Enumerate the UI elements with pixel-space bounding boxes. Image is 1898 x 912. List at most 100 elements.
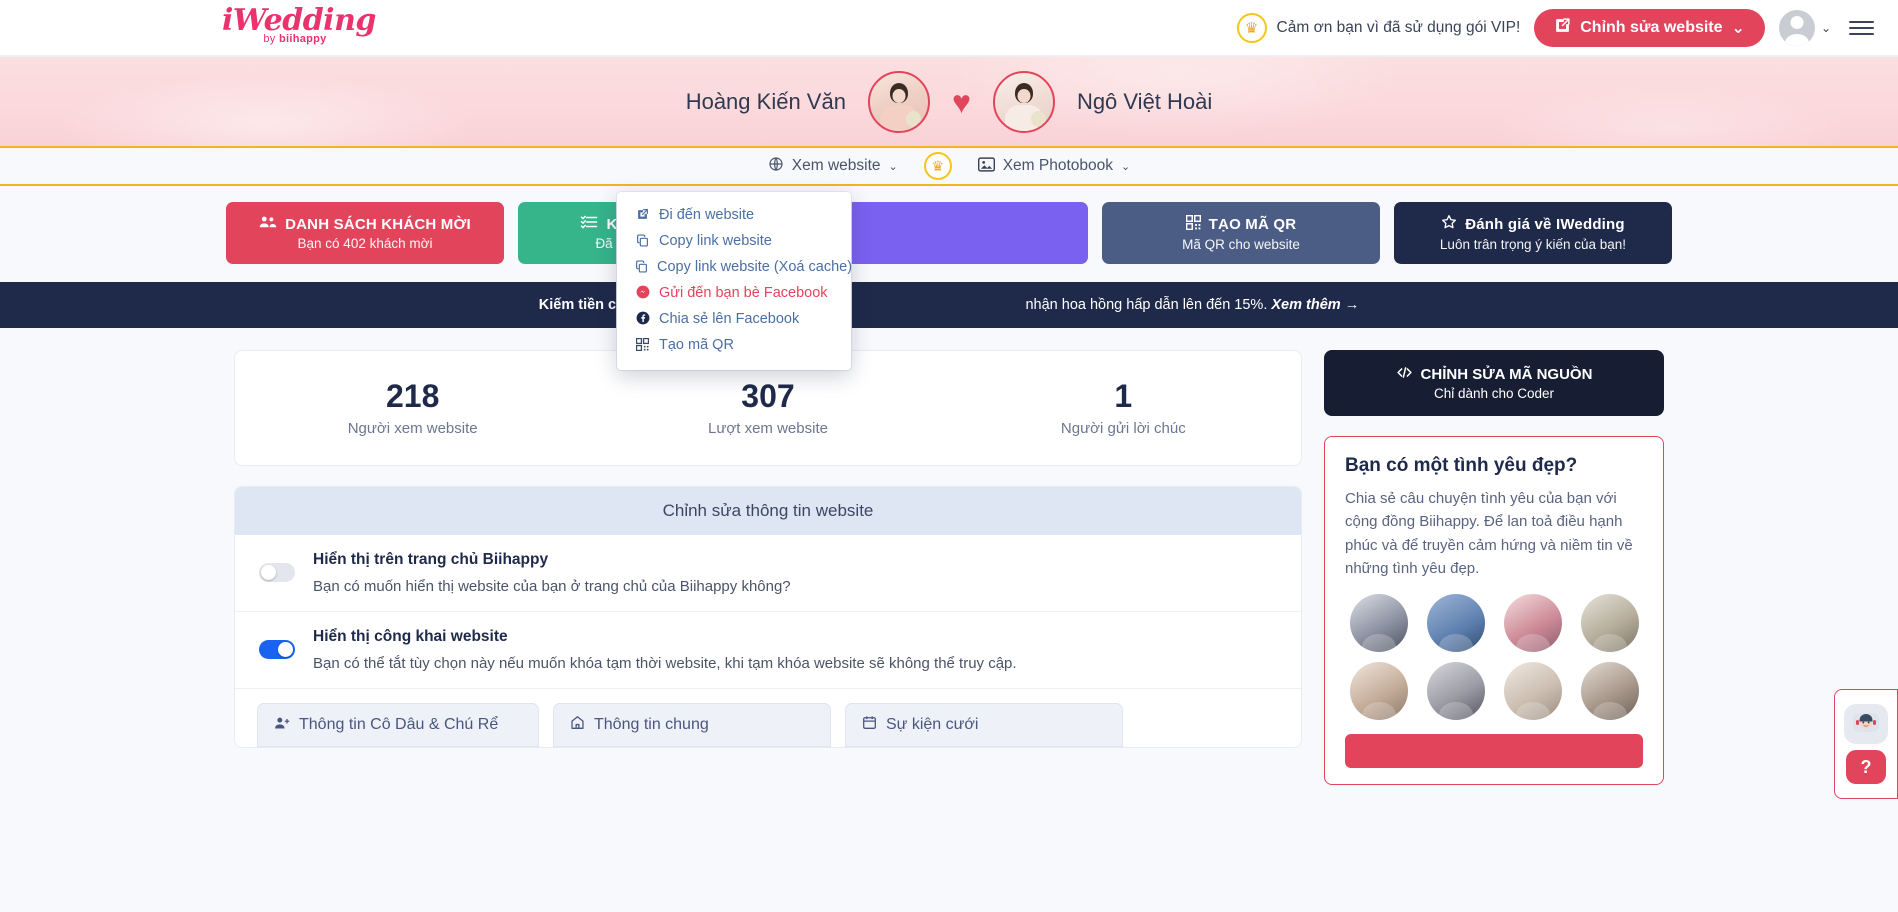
- support-chat-widget[interactable]: ?: [1834, 689, 1898, 799]
- copy-icon: [635, 259, 648, 275]
- home-icon: [570, 715, 585, 735]
- qr-code-icon: [1185, 214, 1201, 234]
- view-photobook-button[interactable]: Xem Photobook ⌄: [977, 156, 1130, 176]
- edit-source-code-card[interactable]: CHỈNH SỬA MÃ NGUỒN Chỉ dành cho Coder: [1324, 350, 1664, 416]
- code-icon: [1396, 366, 1413, 383]
- dropdown-item-go-to-website[interactable]: Đi đến website: [617, 202, 851, 228]
- create-qr-sub: Mã QR cho website: [1182, 236, 1300, 252]
- rate-iwedding-sub: Luôn trân trọng ý kiến của bạn!: [1439, 237, 1627, 252]
- create-qr-card[interactable]: TẠO MÃ QR Mã QR cho website: [1102, 202, 1380, 264]
- story-thumbnail[interactable]: [1580, 594, 1639, 652]
- dropdown-item-label: Copy link website (Xoá cache): [657, 259, 853, 275]
- tab-wedding-events[interactable]: Sự kiện cưới: [845, 703, 1123, 747]
- share-story-button[interactable]: [1345, 734, 1643, 768]
- show-on-homepage-toggle[interactable]: [259, 563, 295, 582]
- messenger-icon: [635, 285, 650, 301]
- guest-list-card[interactable]: DANH SÁCH KHÁCH MỜI Bạn có 402 khách mời: [226, 202, 504, 264]
- hamburger-icon[interactable]: [1845, 17, 1878, 39]
- setting-row: Hiển thị trên trang chủ Biihappy Bạn có …: [235, 535, 1301, 612]
- side-column: CHỈNH SỬA MÃ NGUỒN Chỉ dành cho Coder Bạ…: [1324, 350, 1664, 785]
- action-card-row: DANH SÁCH KHÁCH MỜI Bạn có 402 khách mời…: [0, 186, 1898, 282]
- dropdown-item-send-to-facebook-friends[interactable]: Gửi đến bạn bè Facebook: [617, 280, 851, 306]
- story-thumbnail[interactable]: [1503, 594, 1562, 652]
- edit-website-label: Chỉnh sửa website: [1580, 19, 1723, 36]
- dropdown-item-label: Chia sẻ lên Facebook: [659, 311, 800, 327]
- panel-title: Chỉnh sửa thông tin website: [235, 487, 1301, 535]
- promo-link[interactable]: Xem thêm →: [1271, 297, 1359, 313]
- love-story-title: Bạn có một tình yêu đẹp?: [1345, 455, 1578, 476]
- bride-name: Ngô Việt Hoài: [1076, 88, 1213, 114]
- story-thumbnail[interactable]: [1580, 662, 1639, 720]
- stat-label: Người gửi lời chúc: [1060, 419, 1186, 437]
- promo-banner[interactable]: Kiếm tiền cùng Biihappy! Giới thiệu nhận…: [0, 282, 1898, 328]
- dropdown-item-share-to-facebook[interactable]: Chia sẻ lên Facebook: [617, 306, 851, 332]
- dropdown-item-copy-link[interactable]: Copy link website: [617, 228, 851, 254]
- image-icon: [977, 156, 995, 176]
- tab-label: Thông tin Cô Dâu & Chú Rể: [299, 716, 499, 733]
- guest-list-sub: Bạn có 402 khách mời: [297, 236, 433, 251]
- dropdown-item-label: Gửi đến bạn bè Facebook: [659, 285, 828, 301]
- help-button[interactable]: ?: [1846, 750, 1886, 784]
- stat-views: 307 Lượt xem website: [590, 378, 945, 437]
- users-icon: [259, 215, 277, 233]
- groom-avatar: [867, 70, 930, 133]
- brand-by-prefix: by: [263, 33, 279, 45]
- story-thumbnail[interactable]: [1349, 662, 1408, 720]
- story-thumbnail[interactable]: [1426, 662, 1485, 720]
- top-header: iWedding by biihappy ♛ Cảm ơn bạn vì đã …: [0, 0, 1898, 56]
- vip-notice: ♛ Cảm ơn bạn vì đã sử dụng gói VIP!: [1236, 13, 1520, 43]
- stat-viewers: 218 Người xem website: [235, 378, 590, 437]
- calendar-icon: [862, 715, 877, 735]
- dropdown-item-label: Tạo mã QR: [659, 337, 734, 353]
- bride-avatar: [992, 70, 1055, 133]
- tab-general-info[interactable]: Thông tin chung: [553, 703, 831, 747]
- dropdown-item-create-qr[interactable]: Tạo mã QR: [617, 332, 851, 358]
- view-toolbar: Xem website ⌄ ♛ Xem Photobook ⌄: [0, 146, 1898, 186]
- view-website-label: Xem website: [791, 157, 881, 174]
- love-story-card: Bạn có một tình yêu đẹp? Chia sẻ câu chu…: [1324, 436, 1664, 785]
- tab-label: Thông tin chung: [594, 716, 709, 733]
- create-qr-label: TẠO MÃ QR: [1208, 215, 1297, 233]
- couple-banner-content: Hoàng Kiến Văn ♥ Ngô Việt Hoài: [0, 57, 1898, 146]
- chevron-down-icon: ⌄: [1731, 20, 1745, 37]
- edit-website-button[interactable]: Chỉnh sửa website ⌄: [1534, 9, 1765, 47]
- story-thumbnail[interactable]: [1426, 594, 1485, 652]
- stat-label: Lượt xem website: [708, 419, 828, 437]
- edit-source-code-sub: Chỉ dành cho Coder: [1433, 385, 1555, 401]
- tab-bride-groom-info[interactable]: Thông tin Cô Dâu & Chú Rể: [257, 703, 539, 747]
- promo-text-2: nhận hoa hồng hấp dẫn lên đến 15%.: [1025, 297, 1268, 313]
- story-thumbnail[interactable]: [1349, 594, 1408, 652]
- account-menu[interactable]: ⌄: [1778, 10, 1831, 46]
- support-agent-icon[interactable]: [1844, 704, 1888, 744]
- rate-iwedding-title: Đánh giá về IWedding: [1441, 214, 1625, 234]
- star-icon: [1441, 214, 1457, 234]
- setting-row: Hiển thị công khai website Bạn có thể tắ…: [235, 612, 1301, 689]
- chevron-down-icon: ⌄: [1820, 21, 1831, 35]
- chevron-down-icon: ⌄: [888, 160, 898, 173]
- dropdown-item-label: Đi đến website: [659, 207, 755, 223]
- setting-title: Hiển thị trên trang chủ Biihappy: [313, 551, 549, 568]
- app-root: iWedding by biihappy ♛ Cảm ơn bạn vì đã …: [0, 0, 1898, 912]
- edit-source-code-label: CHỈNH SỬA MÃ NGUỒN: [1420, 365, 1593, 383]
- brand-logo[interactable]: iWedding by biihappy: [222, 6, 376, 45]
- stat-value: 307: [741, 378, 795, 415]
- stat-label: Người xem website: [347, 419, 478, 437]
- love-story-thumbnails: [1345, 594, 1643, 720]
- public-website-toggle[interactable]: [259, 640, 295, 659]
- story-thumbnail[interactable]: [1503, 662, 1562, 720]
- rate-iwedding-card[interactable]: Đánh giá về IWedding Luôn trân trọng ý k…: [1394, 202, 1672, 264]
- dropdown-item-copy-link-clear-cache[interactable]: Copy link website (Xoá cache): [617, 254, 853, 280]
- tab-label: Sự kiện cưới: [886, 716, 979, 733]
- edit-square-icon: [1554, 17, 1571, 39]
- facebook-icon: [635, 311, 650, 327]
- crown-icon: ♛: [923, 152, 952, 180]
- couple-banner: Hoàng Kiến Văn ♥ Ngô Việt Hoài: [0, 56, 1898, 146]
- purple-card[interactable]: [810, 202, 1088, 264]
- qr-code-icon: [635, 337, 650, 353]
- stat-wishes: 1 Người gửi lời chúc: [946, 379, 1301, 437]
- view-website-button[interactable]: Xem website ⌄: [768, 156, 898, 176]
- edit-source-code-title: CHỈNH SỬA MÃ NGUỒN: [1396, 365, 1593, 383]
- groom-name: Hoàng Kiến Văn: [685, 88, 846, 114]
- rate-iwedding-label: Đánh giá về IWedding: [1465, 215, 1625, 233]
- stat-value: 218: [385, 378, 440, 415]
